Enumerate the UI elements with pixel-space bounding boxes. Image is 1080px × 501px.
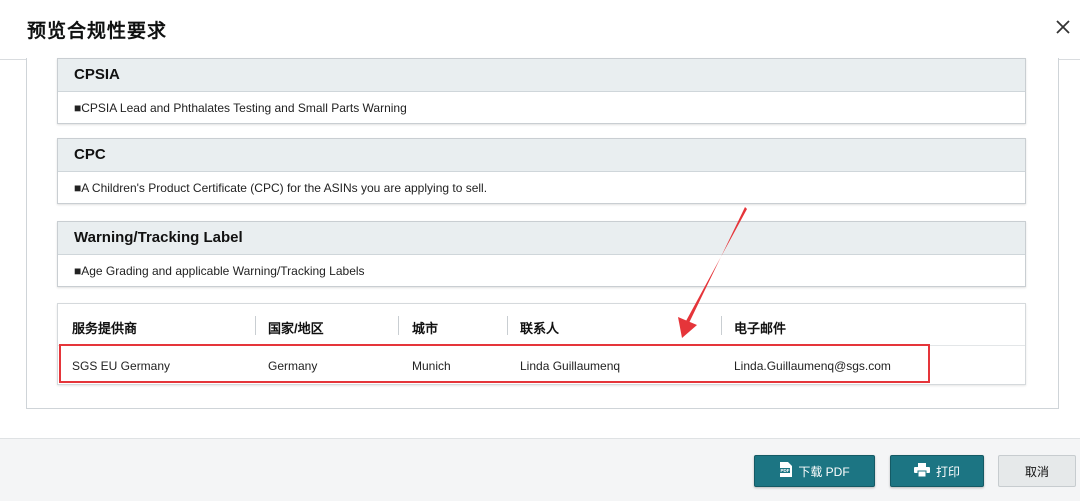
modal-footer: PDF 下载 PDF 打印 取消 (0, 438, 1080, 501)
download-pdf-label: 下载 PDF (798, 464, 850, 479)
modal-title: 预览合规性要求 (27, 21, 168, 42)
pdf-file-icon: PDF (779, 462, 793, 480)
modal-header: 预览合规性要求 (0, 0, 1080, 60)
cancel-label: 取消 (1024, 464, 1049, 479)
modal-body[interactable]: CPSIA ■CPSIA Lead and Phthalates Testing… (0, 58, 1080, 438)
print-button[interactable]: 打印 (890, 455, 984, 487)
annotation-arrow (678, 207, 747, 338)
cancel-button[interactable]: 取消 (998, 455, 1076, 487)
print-label: 打印 (935, 464, 960, 479)
download-pdf-button[interactable]: PDF 下载 PDF (754, 455, 875, 487)
printer-icon (913, 462, 930, 480)
close-icon[interactable] (1050, 14, 1076, 40)
svg-text:PDF: PDF (781, 468, 790, 473)
